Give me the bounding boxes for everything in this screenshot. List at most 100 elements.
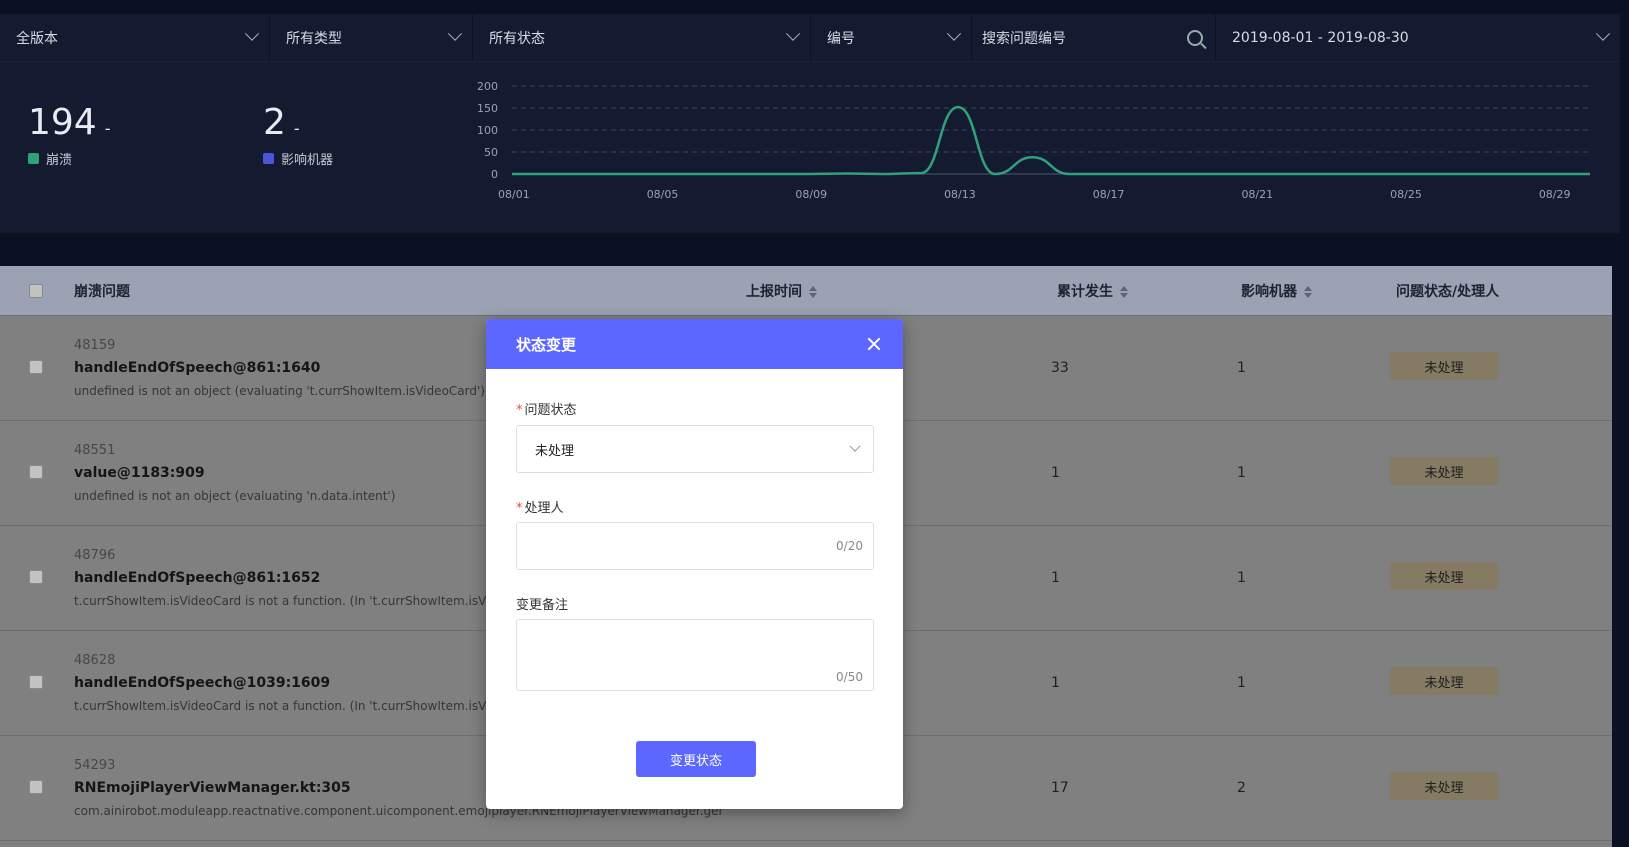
- required-mark: *: [516, 501, 523, 516]
- handler-field-label: * 处理人: [516, 497, 564, 516]
- issue-name[interactable]: handleEndOfSpeech@861:1640: [74, 360, 320, 376]
- status-change-dialog: 状态变更 * 问题状态 未处理 * 处理人 0/20 变更备注 0/50 变更状态: [486, 319, 903, 809]
- status-badge[interactable]: 未处理: [1390, 457, 1498, 485]
- handler-field-label-text: 处理人: [524, 501, 564, 516]
- filter-bar: 全版本 所有类型 所有状态 编号 搜索问题编号 2019-08-01 - 201…: [0, 14, 1620, 62]
- chevron-down-icon: [244, 26, 260, 41]
- type-select-label: 所有类型: [286, 30, 342, 47]
- status-badge[interactable]: 未处理: [1390, 667, 1498, 695]
- occurrence-count: 1: [1051, 570, 1060, 586]
- version-select-label: 全版本: [16, 30, 58, 47]
- chevron-down-icon: [946, 26, 962, 41]
- handler-counter: 0/20: [836, 539, 863, 553]
- required-mark: *: [516, 403, 523, 418]
- search-icon[interactable]: [1187, 29, 1203, 46]
- status-select-field[interactable]: 未处理: [516, 425, 874, 473]
- status-select-value: 未处理: [535, 443, 575, 459]
- status-select[interactable]: 所有状态: [473, 14, 811, 61]
- chevron-down-icon: [447, 26, 463, 41]
- issue-id: 48159: [74, 338, 116, 353]
- sort-icon: [1119, 285, 1129, 298]
- y-tick-label: 50: [484, 146, 498, 159]
- x-tick-label: 08/13: [944, 188, 976, 201]
- header-count[interactable]: 累计发生: [1057, 281, 1129, 301]
- status-badge[interactable]: 未处理: [1390, 352, 1498, 380]
- crash-series-line: [512, 105, 1590, 176]
- crash-dash: -: [104, 119, 111, 138]
- occurrence-count: 17: [1051, 780, 1069, 796]
- x-tick-label: 08/21: [1241, 188, 1273, 201]
- note-counter: 0/50: [836, 670, 863, 684]
- crash-legend: 崩溃: [28, 149, 111, 168]
- x-tick-label: 08/25: [1390, 188, 1422, 201]
- search-input[interactable]: 搜索问题编号: [972, 14, 1216, 61]
- chevron-down-icon: [785, 26, 801, 41]
- select-all-checkbox[interactable]: [29, 283, 43, 298]
- issue-id: 48796: [74, 548, 116, 563]
- machines-legend: 影响机器: [263, 149, 333, 168]
- y-tick-label: 200: [477, 80, 498, 93]
- row-checkbox[interactable]: [29, 780, 43, 794]
- status-field-label: * 问题状态: [516, 399, 577, 418]
- x-tick-label: 08/09: [795, 188, 827, 201]
- note-field-label: 变更备注: [516, 598, 569, 613]
- occurrence-count: 33: [1051, 360, 1069, 376]
- header-machines[interactable]: 影响机器: [1241, 281, 1313, 301]
- version-select[interactable]: 全版本: [0, 14, 270, 61]
- issue-id: 54293: [74, 758, 116, 773]
- dialog-title: 状态变更: [516, 335, 577, 354]
- issue-name[interactable]: value@1183:909: [74, 465, 205, 481]
- sort-icon: [1303, 285, 1313, 298]
- id-type-select-label: 编号: [827, 30, 855, 47]
- date-range-label: 2019-08-01 - 2019-08-30: [1232, 29, 1409, 46]
- issue-name[interactable]: RNEmojiPlayerViewManager.kt:305: [74, 780, 351, 796]
- sort-icon: [808, 285, 818, 298]
- x-tick-label: 08/29: [1539, 188, 1571, 201]
- header-time-label: 上报时间: [746, 283, 802, 300]
- x-tick-label: 08/17: [1093, 188, 1125, 201]
- handler-input[interactable]: 0/20: [516, 522, 874, 570]
- header-machines-label: 影响机器: [1241, 283, 1297, 300]
- crash-trend-chart: 200 150 100 50 008/01 08/05 08/09 08/13 08/17 08/…: [477, 80, 1590, 201]
- issue-id: 48551: [74, 443, 116, 458]
- status-badge[interactable]: 未处理: [1390, 772, 1498, 800]
- chevron-down-icon: [1595, 26, 1611, 41]
- issue-name[interactable]: handleEndOfSpeech@861:1652: [74, 570, 320, 586]
- y-tick-label: 100: [477, 124, 498, 137]
- affected-machines: 1: [1237, 360, 1246, 376]
- note-textarea[interactable]: 0/50: [516, 619, 874, 691]
- row-checkbox[interactable]: [29, 675, 43, 689]
- row-checkbox[interactable]: [29, 570, 43, 584]
- status-select-label: 所有状态: [489, 30, 545, 47]
- header-time[interactable]: 上报时间: [746, 281, 818, 301]
- machines-label: 影响机器: [281, 153, 334, 168]
- machines-count: 2: [263, 102, 286, 143]
- stats-panel: 194- 崩溃 2- 影响机器 200 150 100 50 0 08/01 08/05 08…: [0, 62, 1620, 233]
- issue-name[interactable]: handleEndOfSpeech@1039:1609: [74, 675, 330, 691]
- table-header: 崩溃问题 上报时间 累计发生 影响机器 问题状态/处理人: [0, 266, 1612, 316]
- x-tick-label: 08/01: [498, 188, 530, 201]
- crash-stat: 194- 崩溃: [28, 102, 111, 168]
- occurrence-count: 1: [1051, 675, 1060, 691]
- y-tick-label: 0: [491, 168, 498, 181]
- machines-stat: 2- 影响机器: [263, 102, 333, 168]
- header-count-label: 累计发生: [1057, 283, 1113, 300]
- close-icon[interactable]: [867, 337, 881, 351]
- row-checkbox[interactable]: [29, 465, 43, 479]
- status-badge[interactable]: 未处理: [1390, 562, 1498, 590]
- search-placeholder: 搜索问题编号: [982, 30, 1066, 47]
- machines-legend-dot: [263, 153, 274, 164]
- crash-label: 崩溃: [46, 153, 73, 168]
- crash-count: 194: [28, 102, 97, 143]
- row-checkbox[interactable]: [29, 360, 43, 374]
- header-issue: 崩溃问题: [74, 283, 130, 300]
- y-tick-label: 150: [477, 102, 498, 115]
- status-field-label-text: 问题状态: [524, 403, 577, 418]
- date-range-picker[interactable]: 2019-08-01 - 2019-08-30: [1216, 14, 1620, 61]
- issue-id: 48628: [74, 653, 116, 668]
- change-status-button[interactable]: 变更状态: [636, 741, 756, 777]
- occurrence-count: 1: [1051, 465, 1060, 481]
- x-tick-label: 08/05: [647, 188, 679, 201]
- type-select[interactable]: 所有类型: [270, 14, 473, 61]
- id-type-select[interactable]: 编号: [811, 14, 972, 61]
